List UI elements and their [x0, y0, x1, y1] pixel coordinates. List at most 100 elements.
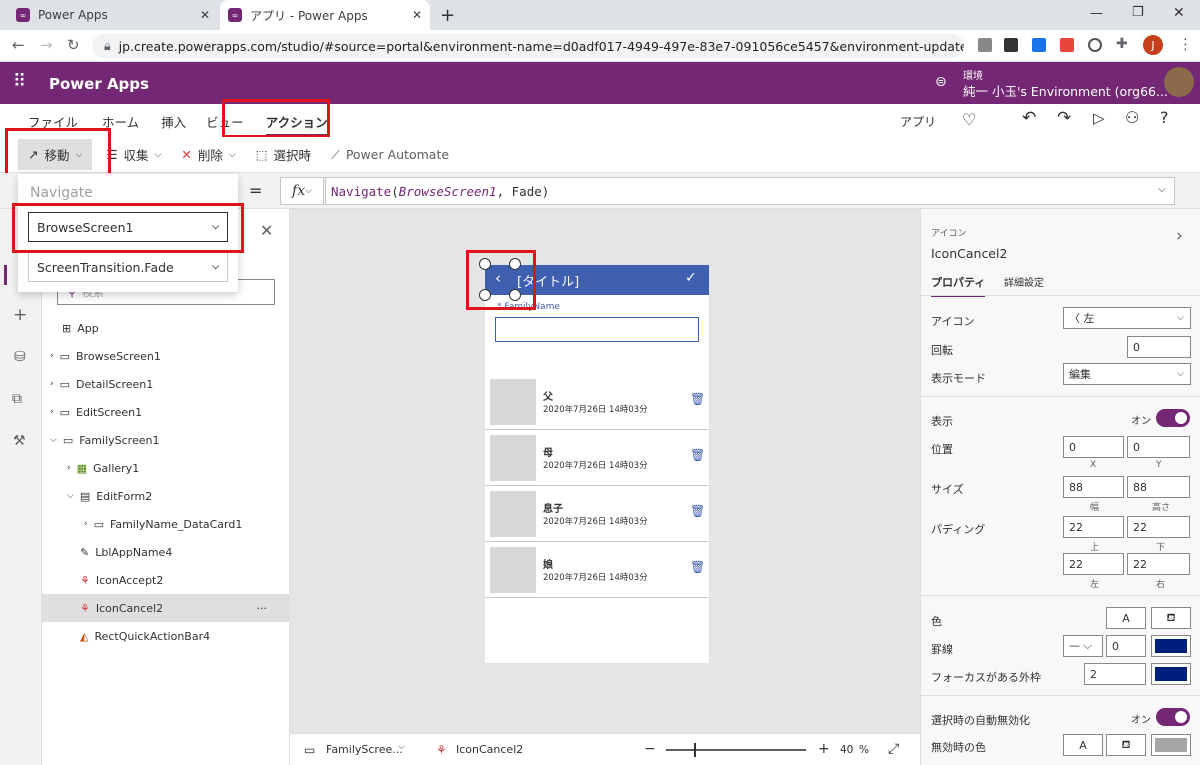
trash-icon[interactable]: 🗑︎ — [690, 560, 705, 574]
close-pane-icon[interactable]: ✕ — [260, 221, 273, 240]
minimize-icon[interactable]: — — [1090, 6, 1103, 21]
icon-select[interactable]: 〈 左 ⌵ — [1063, 307, 1191, 329]
padding-bottom-input[interactable]: 22 — [1127, 516, 1190, 538]
y-input[interactable]: 0 — [1127, 436, 1190, 458]
list-item[interactable]: 父 2020年7月26日 14時03分 🗑︎ — [485, 374, 709, 430]
selected-control[interactable]: IconCancel2 — [456, 743, 523, 756]
app-checker-icon[interactable]: ♡ — [962, 110, 976, 129]
zoom-out-button[interactable]: − — [644, 741, 656, 757]
reload-icon[interactable]: ↻ — [67, 36, 80, 54]
focus-border-input[interactable]: 2 — [1084, 663, 1146, 685]
app-launcher-icon[interactable]: ⠿ — [13, 71, 27, 92]
preview-play-icon[interactable]: ▷ — [1093, 109, 1105, 127]
transition-select[interactable]: ScreenTransition.Fade ⌵ — [28, 252, 228, 282]
extension-icon[interactable] — [1088, 38, 1102, 52]
trash-icon[interactable]: 🗑︎ — [690, 448, 705, 462]
formula-input[interactable]: Navigate(BrowseScreen1, Fade) — [325, 177, 1175, 205]
onselect-button[interactable]: ⬚ 選択時 — [256, 145, 311, 164]
familyname-input[interactable] — [495, 317, 699, 342]
tree-node-iconcancel-selected[interactable]: ⚘ IconCancel2 ··· — [42, 594, 289, 622]
tab-advanced[interactable]: 詳細設定 — [1004, 274, 1044, 289]
padding-right-input[interactable]: 22 — [1127, 553, 1190, 575]
tab-insert[interactable]: 挿入 — [161, 112, 186, 136]
help-icon[interactable]: ? — [1160, 108, 1169, 127]
border-color-swatch[interactable] — [1151, 635, 1191, 657]
tree-node-familyscreen[interactable]: ⌵ ▭ FamilyScreen1 — [50, 426, 159, 454]
padding-top-input[interactable]: 22 — [1063, 516, 1124, 538]
rotation-input[interactable]: 0 — [1127, 336, 1191, 358]
browser-tab-2[interactable]: ∞ アプリ - Power Apps ✕ — [220, 0, 430, 30]
more-options-icon[interactable]: ··· — [257, 602, 268, 615]
border-style-select[interactable]: — ⌵ — [1063, 635, 1103, 657]
media-icon[interactable]: ⧉ — [12, 391, 22, 407]
undo-icon[interactable]: ↶ — [1022, 108, 1036, 128]
width-input[interactable]: 88 — [1063, 476, 1124, 498]
tab-properties[interactable]: プロパティ — [931, 274, 986, 297]
border-width-input[interactable]: 0 — [1106, 635, 1146, 657]
disabled-color-text-button[interactable]: A — [1063, 734, 1103, 756]
tree-node-gallery[interactable]: › ▦ Gallery1 — [67, 454, 139, 482]
zoom-slider-thumb[interactable] — [694, 743, 696, 757]
power-automate-button[interactable]: ⟋ Power Automate — [331, 147, 449, 163]
app-menu-label[interactable]: アプリ — [900, 113, 936, 130]
puzzle-extensions-icon[interactable]: ✚ — [1116, 36, 1128, 52]
tree-node-editform[interactable]: ⌵ ▤ EditForm2 — [67, 482, 152, 510]
close-tab-icon[interactable]: ✕ — [200, 8, 210, 22]
tree-node-detailscreen[interactable]: › ▭ DetailScreen1 — [50, 370, 153, 398]
tree-node-rectangle[interactable]: ◭ RectQuickActionBar4 — [80, 622, 210, 650]
trash-icon[interactable]: 🗑︎ — [690, 392, 705, 406]
close-tab-icon[interactable]: ✕ — [412, 8, 422, 22]
user-avatar[interactable] — [1164, 67, 1194, 97]
display-mode-select[interactable]: 編集 ⌵ — [1063, 363, 1191, 385]
color-text-button[interactable]: A — [1106, 607, 1146, 629]
fill-bucket-icon[interactable]: ⛾ — [1151, 607, 1191, 629]
list-item[interactable]: 母 2020年7月26日 14時03分 🗑︎ — [485, 430, 709, 486]
chevron-right-icon[interactable]: › — [1176, 226, 1183, 246]
list-item[interactable]: 息子 2020年7月26日 14時03分 🗑︎ — [485, 486, 709, 542]
list-item[interactable]: 娘 2020年7月26日 14時03分 🗑︎ — [485, 542, 709, 598]
url-field[interactable]: 🔒︎ jp.create.powerapps.com/studio/#source… — [92, 34, 964, 58]
tree-node-label[interactable]: ✎ LblAppName4 — [80, 538, 172, 566]
insert-plus-icon[interactable]: + — [13, 305, 27, 325]
back-icon[interactable]: ← — [12, 36, 25, 54]
chevron-down-icon[interactable]: ⌵ — [398, 742, 405, 752]
new-tab-icon[interactable]: + — [440, 5, 455, 26]
extension-icon[interactable] — [1060, 38, 1074, 52]
chrome-menu-icon[interactable]: ⋮ — [1178, 35, 1193, 53]
environment-name[interactable]: 純一 小玉's Environment (org66... — [963, 81, 1168, 100]
profile-avatar[interactable]: J — [1143, 35, 1163, 55]
tools-icon[interactable]: ⚒ — [13, 433, 26, 449]
fill-bucket-icon[interactable]: ⛾ — [1106, 734, 1146, 756]
extension-icon[interactable] — [978, 38, 992, 52]
disabled-color-swatch[interactable] — [1151, 734, 1191, 756]
screen-selector[interactable]: FamilyScree... — [326, 743, 403, 756]
x-input[interactable]: 0 — [1063, 436, 1124, 458]
download-extension-icon[interactable] — [1032, 38, 1046, 52]
zoom-in-button[interactable]: + — [818, 741, 830, 757]
redo-icon[interactable]: ↷ — [1057, 108, 1071, 128]
close-window-icon[interactable]: ✕ — [1173, 5, 1185, 21]
tree-node-editscreen[interactable]: › ▭ EditScreen1 — [50, 398, 142, 426]
data-cylinder-icon[interactable]: ⛁ — [14, 349, 26, 365]
zoom-slider[interactable] — [666, 743, 806, 757]
tree-node-browsescreen[interactable]: › ▭ BrowseScreen1 — [50, 342, 161, 370]
share-user-icon[interactable]: ⚇ — [1125, 108, 1139, 127]
restore-icon[interactable]: ❐ — [1132, 5, 1144, 20]
extension-icon[interactable] — [1004, 38, 1018, 52]
fx-button[interactable]: fx ⌵ — [280, 177, 324, 205]
focus-color-swatch[interactable] — [1151, 663, 1191, 685]
forward-icon[interactable]: → — [40, 36, 53, 54]
padding-left-input[interactable]: 22 — [1063, 553, 1124, 575]
auto-disable-toggle[interactable] — [1156, 708, 1190, 726]
tree-node-iconaccept[interactable]: ⚘ IconAccept2 — [80, 566, 163, 594]
remove-button[interactable]: ✕ 削除 ⌵ — [181, 145, 235, 164]
expand-formula-icon[interactable]: ⌵ — [1158, 184, 1166, 195]
visible-toggle[interactable] — [1156, 409, 1190, 427]
trash-icon[interactable]: 🗑︎ — [690, 504, 705, 518]
tree-node-app[interactable]: ⊞ App — [62, 314, 99, 342]
collect-button[interactable]: ☰ 収集 ⌵ — [106, 145, 161, 164]
accept-check-icon[interactable]: ✓ — [685, 270, 697, 286]
tree-node-datacard[interactable]: › ▭ FamilyName_DataCard1 — [84, 510, 242, 538]
height-input[interactable]: 88 — [1127, 476, 1190, 498]
browser-tab-1[interactable]: ∞ Power Apps ✕ — [8, 0, 218, 30]
